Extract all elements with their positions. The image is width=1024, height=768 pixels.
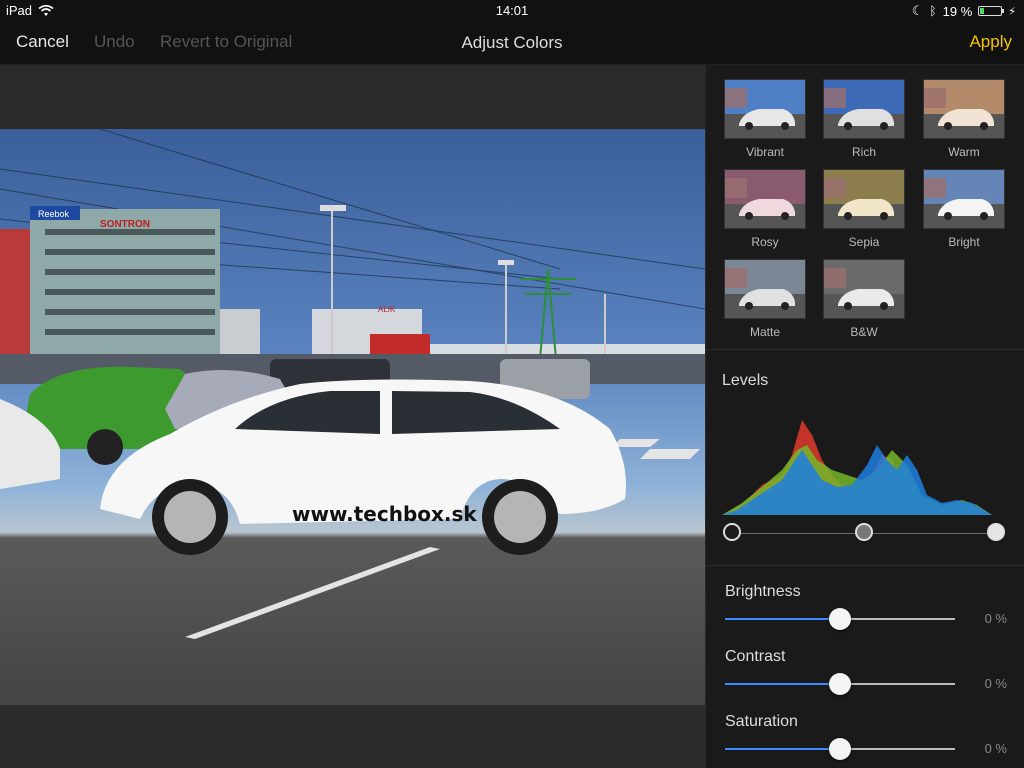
filter-matte[interactable]: Matte: [724, 259, 806, 339]
bottom-strip: [0, 705, 705, 768]
svg-text:SONTRON: SONTRON: [100, 219, 150, 230]
battery-icon: [978, 6, 1005, 16]
adjustments-panel: Vibrant Rich Warm Rosy Sepia Bright Matte B&W L…: [705, 65, 1024, 768]
moon-icon: ☾: [911, 3, 924, 18]
photo-watermark: www.techbox.sk: [292, 502, 477, 526]
brightness-value: 0 %: [984, 611, 1007, 626]
saturation-value: 0 %: [984, 741, 1007, 756]
levels-title: Levels: [722, 372, 769, 389]
contrast-slider[interactable]: [725, 673, 955, 695]
saturation-slider[interactable]: [725, 738, 955, 760]
charging-icon: ⚡: [1008, 5, 1016, 18]
apply-button[interactable]: Apply: [969, 32, 1012, 52]
filter-label: Rosy: [751, 235, 779, 249]
saturation-slider-thumb[interactable]: [829, 738, 851, 760]
battery-percent: 19 %: [942, 3, 973, 19]
svg-text:ALIK: ALIK: [378, 305, 396, 314]
filter-thumbnail: [724, 79, 806, 139]
levels-black-point-handle[interactable]: [723, 523, 741, 541]
filter-label: Vibrant: [746, 145, 784, 159]
filter-thumbnail: [923, 79, 1005, 139]
filter-label: Rich: [851, 145, 876, 159]
svg-text:Reebok: Reebok: [38, 209, 70, 219]
brightness-slider[interactable]: [725, 608, 955, 630]
contrast-label: Contrast: [725, 648, 786, 665]
filter-label: B&W: [850, 325, 878, 339]
filter-warm[interactable]: Warm: [923, 79, 1005, 159]
page-title: Adjust Colors: [461, 33, 563, 52]
saturation-label: Saturation: [725, 713, 798, 730]
filter-thumbnail: [823, 169, 905, 229]
filter-vibrant[interactable]: Vibrant: [724, 79, 806, 159]
filter-label: Sepia: [848, 235, 880, 249]
brightness-slider-fill: [725, 618, 840, 620]
status-bar: iPad 14:01 ☾ ᛒ 19 % ⚡: [0, 0, 1024, 22]
levels-midpoint-handle[interactable]: [855, 523, 873, 541]
photo-canvas: Reebok SONTRON ALIK www.techbox.sk: [0, 65, 705, 705]
filter-thumbnail: [823, 79, 905, 139]
bluetooth-icon: ᛒ: [929, 4, 937, 18]
filter-sepia[interactable]: Sepia: [823, 169, 905, 249]
levels-histogram: [722, 420, 992, 515]
filter-rosy[interactable]: Rosy: [724, 169, 806, 249]
filter-thumbnail: [923, 169, 1005, 229]
filter-thumbnail: [724, 169, 806, 229]
contrast-slider-thumb[interactable]: [829, 673, 851, 695]
filter-presets: Vibrant Rich Warm Rosy Sepia Bright Matte B&W: [706, 65, 1024, 350]
divider: [706, 565, 1024, 566]
filter-label: Bright: [948, 235, 980, 249]
filter-label: Warm: [948, 145, 980, 159]
saturation-slider-fill: [725, 748, 840, 750]
brightness-label: Brightness: [725, 583, 801, 600]
filter-bw[interactable]: B&W: [823, 259, 905, 339]
filter-label: Matte: [749, 325, 780, 339]
filter-rich[interactable]: Rich: [823, 79, 905, 159]
photo-preview[interactable]: Reebok SONTRON ALIK www.techbox.sk: [0, 129, 705, 705]
status-time: 14:01: [495, 3, 529, 18]
toolbar: Cancel Undo Revert to Original Adjust Co…: [0, 22, 1024, 65]
brightness-slider-thumb[interactable]: [829, 608, 851, 630]
filter-thumbnail: [724, 259, 806, 319]
filter-thumbnail: [823, 259, 905, 319]
contrast-value: 0 %: [984, 676, 1007, 691]
levels-white-point-handle[interactable]: [987, 523, 1005, 541]
contrast-slider-fill: [725, 683, 840, 685]
filter-bright[interactable]: Bright: [923, 169, 1005, 249]
